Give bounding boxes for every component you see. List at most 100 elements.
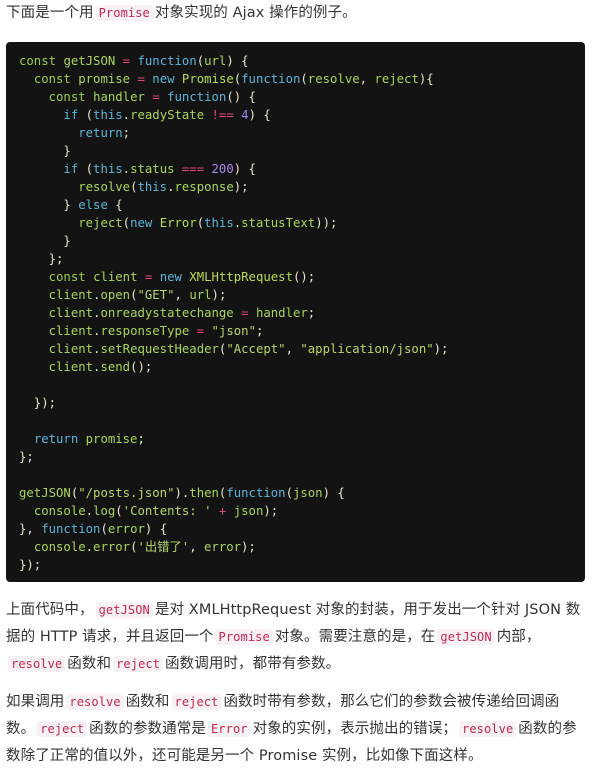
code-line: console.error('出错了', error); [19,538,572,556]
identifier-token: json [233,504,264,518]
punctuation-token: (); [292,270,316,284]
paragraph-text: 内部， [496,629,541,645]
code-line: getJSON("/posts.json").then(function(jso… [19,484,572,502]
keyword-token: const [48,90,86,104]
punctuation-token [204,324,211,338]
code-line: }, function(error) { [19,520,572,538]
punctuation-token: }; [19,252,64,266]
punctuation-token: ( [78,162,94,176]
punctuation-token: } [19,144,71,158]
paragraph-text: 函数调用时，都带有参数。 [165,656,341,672]
punctuation-token: ; [307,306,316,320]
inline-code: getJSON [95,602,153,618]
code-line: const promise = new Promise(function(res… [19,70,572,88]
code-line: const getJSON = function(url) { [19,52,572,70]
paragraph-text: 函数和 [125,694,170,710]
builtin-keyword-token: function [167,90,227,104]
punctuation-token [137,270,144,284]
builtin-keyword-token: this [204,216,234,230]
code-line: resolve(this.response); [19,178,572,196]
builtin-keyword-token: new [130,216,153,230]
identifier-token: error [107,522,145,536]
punctuation-token: ( [196,216,205,230]
punctuation-token [204,108,211,122]
punctuation-token: ; [255,324,264,338]
code-line: if (this.readyState !== 4) { [19,106,572,124]
punctuation-token: (); [130,360,153,374]
punctuation-token [152,270,159,284]
code-line: }); [19,556,572,574]
punctuation-token [19,432,34,446]
code-line: const handler = function() { [19,88,572,106]
string-token: "Accept" [226,342,286,356]
punctuation-token: ( [78,108,94,122]
paragraph-text: 对象的实例，表示抛出的错误； [252,721,457,737]
punctuation-token: ( [300,72,308,86]
identifier-token: url [204,54,227,68]
identifier-token: promise [78,72,131,86]
punctuation-token: ( [285,486,293,500]
punctuation-token: ); [241,540,256,554]
identifier-token: promise [85,432,138,446]
punctuation-token: , [359,72,375,86]
identifier-token: resolve [307,72,360,86]
identifier-token: client [48,288,94,302]
paragraph-text: 如果调用 [6,694,65,710]
punctuation-token: ); [433,342,449,356]
punctuation-token [19,324,49,338]
punctuation-token [19,162,63,176]
identifier-token: then [189,486,219,500]
builtin-keyword-token: function [137,54,197,68]
identifier-token: log [93,504,116,518]
inline-code: reject [113,656,164,672]
code-line: client.setRequestHeader("Accept", "appli… [19,340,572,358]
intro-paragraph: 下面是一个用 Promise 对象实现的 Ajax 操作的例子。 [6,0,586,27]
punctuation-token: () { [226,90,256,104]
paragraph-text: 下面是一个用 [6,5,94,21]
identifier-token: status [130,162,175,176]
builtin-keyword-token: new [159,270,182,284]
punctuation-token: , [189,540,204,554]
punctuation-token [152,216,159,230]
string-token: "application/json" [300,342,434,356]
punctuation-token: ) { [226,54,249,68]
identifier-token: getJSON [63,54,116,68]
identifier-token: console [33,540,86,554]
operator-token: = [241,306,249,320]
punctuation-token [115,54,122,68]
class-name-token: Error [159,216,197,230]
punctuation-token [19,342,49,356]
punctuation-token [19,288,49,302]
punctuation-token [189,324,196,338]
punctuation-token [19,216,78,230]
punctuation-token [86,90,93,104]
code-line: } [19,232,572,250]
identifier-token: json [292,486,323,500]
punctuation-token: ; [137,432,145,446]
punctuation-token [19,126,78,140]
keyword-token: const [19,54,57,68]
punctuation-token: }); [19,558,42,572]
punctuation-token: ) { [144,522,168,536]
identifier-token: reject [374,72,419,86]
punctuation-token: ( [100,522,108,536]
code-line: console.log('Contents: ' + json); [19,502,572,520]
code-line: } else { [19,196,572,214]
identifier-token: handler [255,306,308,320]
builtin-keyword-token: new [152,72,175,86]
punctuation-token: )); [315,216,338,230]
builtin-keyword-token: this [93,162,123,176]
punctuation-token: { [107,198,123,212]
code-content: const getJSON = function(url) { const pr… [19,52,572,574]
paragraph-text: 对象。需要注意的是，在 [274,629,436,645]
code-line: client.send(); [19,358,572,376]
string-token: "GET" [137,288,175,302]
punctuation-token: , [174,288,190,302]
operator-token: === [181,162,205,176]
identifier-token: url [189,288,212,302]
punctuation-token [175,162,182,176]
punctuation-token [19,180,78,194]
punctuation-token [234,306,241,320]
number-token: 4 [241,108,249,122]
